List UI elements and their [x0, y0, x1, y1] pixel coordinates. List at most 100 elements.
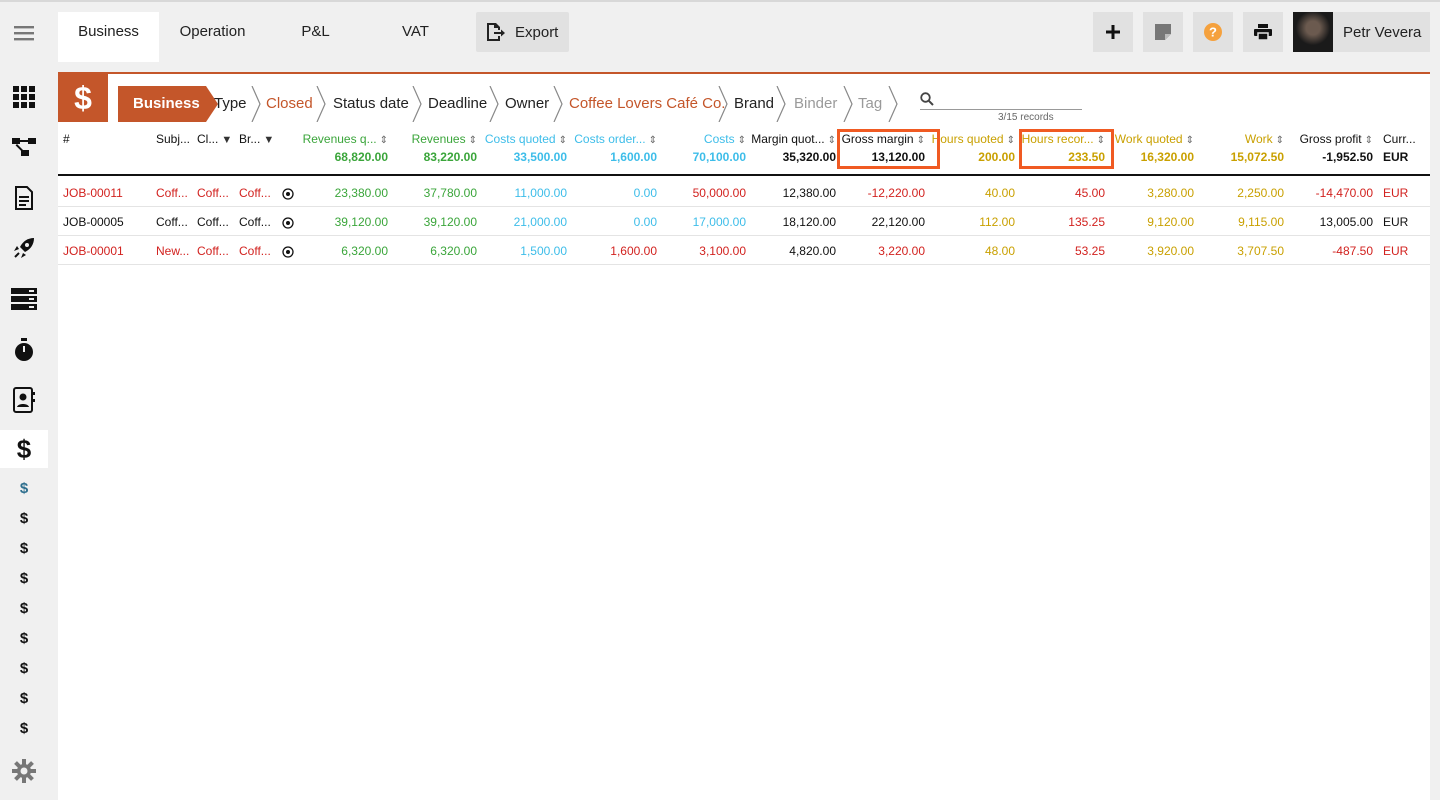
- cell-revenues: 6,320.00: [430, 244, 477, 258]
- contacts-icon[interactable]: [0, 384, 48, 416]
- total-work-quoted: 16,320.00: [1140, 150, 1194, 164]
- sort-icon: ⇕: [468, 135, 477, 146]
- col-header-brand[interactable]: Br... ▼: [239, 132, 274, 146]
- cell-costs-quoted: 21,000.00: [513, 215, 567, 229]
- col-header-revenues[interactable]: Revenues ⇕: [412, 132, 477, 146]
- cell-brand: Coff...: [239, 244, 271, 258]
- help-icon: ?: [1204, 23, 1222, 41]
- cell-revenues-quoted: 23,380.00: [334, 186, 388, 200]
- col-header-work[interactable]: Work ⇕: [1245, 132, 1284, 146]
- filter-binder[interactable]: Binder: [794, 86, 837, 122]
- target-icon[interactable]: [282, 246, 294, 258]
- table-row[interactable]: JOB-00005 Coff... Coff... Coff... 39,120…: [58, 207, 1430, 236]
- col-header-currency[interactable]: Curr...: [1383, 132, 1416, 146]
- top-bar: Business Operation P&L VAT Export ? Petr…: [58, 12, 1430, 62]
- finance-sub-item[interactable]: $: [0, 628, 48, 648]
- cell-client: Coff...: [197, 215, 229, 229]
- target-icon[interactable]: [282, 188, 294, 200]
- sort-icon: ⇕: [558, 135, 567, 146]
- table-row[interactable]: JOB-00001 New... Coff... Coff... 6,320.0…: [58, 236, 1430, 265]
- finance-sub-item[interactable]: $: [0, 598, 48, 618]
- apps-grid-icon[interactable]: [0, 82, 48, 112]
- table-row[interactable]: JOB-00011 Coff... Coff... Coff... 23,380…: [58, 178, 1430, 207]
- finance-dollar-icon[interactable]: $: [0, 430, 48, 468]
- hamburger-menu-icon[interactable]: [0, 20, 48, 46]
- finance-sub-item[interactable]: $: [0, 718, 48, 738]
- col-header-costs-ordered[interactable]: Costs order... ⇕: [574, 132, 657, 146]
- filter-module[interactable]: Business: [118, 86, 206, 122]
- col-header-number[interactable]: #: [63, 132, 70, 146]
- col-header-hours-quoted[interactable]: Hours quoted ⇕: [932, 132, 1015, 146]
- cell-hours-recorded: 135.25: [1068, 215, 1105, 229]
- filter-client[interactable]: Coffee Lovers Café Co.: [569, 86, 725, 122]
- chevron-right-icon: [553, 86, 563, 122]
- filter-tag[interactable]: Tag: [858, 86, 882, 122]
- total-costs-ordered: 1,600.00: [610, 150, 657, 164]
- filter-type[interactable]: Type: [214, 86, 247, 122]
- col-header-gross-profit[interactable]: Gross profit ⇕: [1300, 132, 1373, 146]
- tab-operation[interactable]: Operation: [162, 12, 263, 62]
- col-header-margin-quoted[interactable]: Margin quot... ⇕: [751, 132, 836, 146]
- note-button[interactable]: [1143, 12, 1183, 52]
- finance-sub-item[interactable]: $: [0, 508, 48, 528]
- sort-icon: ⇕: [1006, 135, 1015, 146]
- tab-vat[interactable]: VAT: [365, 12, 466, 62]
- filter-icon[interactable]: ▼: [263, 134, 274, 146]
- settings-gear-icon[interactable]: [0, 756, 48, 786]
- cell-hours-quoted: 48.00: [984, 244, 1015, 258]
- chevron-right-icon: [489, 86, 499, 122]
- cell-brand: Coff...: [239, 215, 271, 229]
- col-header-revenues-quoted[interactable]: Revenues q... ⇕: [303, 132, 388, 146]
- help-button[interactable]: ?: [1193, 12, 1233, 52]
- cell-costs-ordered: 0.00: [633, 186, 657, 200]
- tab-business[interactable]: Business: [58, 12, 159, 62]
- cell-costs-ordered: 0.00: [633, 215, 657, 229]
- finance-sub-item[interactable]: $: [0, 568, 48, 588]
- total-costs: 70,100.00: [692, 150, 746, 164]
- col-header-client[interactable]: Cl... ▼: [197, 132, 232, 146]
- total-costs-quoted: 33,500.00: [513, 150, 567, 164]
- chevron-right-icon: [888, 86, 898, 122]
- total-revenues: 83,220.00: [423, 150, 477, 164]
- workflow-icon[interactable]: [0, 132, 48, 162]
- plus-icon: [1106, 25, 1120, 39]
- col-header-subject[interactable]: Subj...: [156, 132, 190, 146]
- filter-brand[interactable]: Brand: [734, 86, 774, 122]
- cell-costs-quoted: 1,500.00: [520, 244, 567, 258]
- sidebar: $ $ $ $ $ $ $ $ $ $: [0, 2, 48, 800]
- filter-closed[interactable]: Closed: [266, 86, 313, 122]
- filter-owner[interactable]: Owner: [505, 86, 549, 122]
- col-header-costs[interactable]: Costs ⇕: [704, 132, 746, 146]
- print-button[interactable]: [1243, 12, 1283, 52]
- user-menu-button[interactable]: Petr Vevera: [1293, 12, 1430, 52]
- chevron-right-icon: [251, 86, 261, 122]
- finance-sub-item[interactable]: $: [0, 538, 48, 558]
- tab-pl[interactable]: P&L: [265, 12, 366, 62]
- sort-icon: ⇕: [379, 135, 388, 146]
- col-header-costs-quoted[interactable]: Costs quoted ⇕: [485, 132, 567, 146]
- target-icon[interactable]: [282, 217, 294, 229]
- cell-margin-quoted: 18,120.00: [782, 215, 836, 229]
- total-margin-quoted: 35,320.00: [782, 150, 836, 164]
- export-button[interactable]: Export: [476, 12, 569, 52]
- server-list-icon[interactable]: [0, 284, 48, 314]
- rocket-icon[interactable]: [0, 232, 48, 264]
- cell-work-quoted: 3,920.00: [1147, 244, 1194, 258]
- sticky-note-icon: [1155, 24, 1171, 40]
- stopwatch-icon[interactable]: [0, 334, 48, 366]
- cell-client: Coff...: [197, 186, 229, 200]
- finance-sub-item[interactable]: $: [0, 658, 48, 678]
- sort-icon: ⇕: [827, 135, 836, 146]
- filter-icon[interactable]: ▼: [221, 134, 232, 146]
- finance-sub-item[interactable]: $: [0, 478, 48, 498]
- finance-sub-item[interactable]: $: [0, 688, 48, 708]
- cell-work-quoted: 3,280.00: [1147, 186, 1194, 200]
- filter-status-date[interactable]: Status date: [333, 86, 409, 122]
- chevron-right-icon: [316, 86, 326, 122]
- filter-deadline[interactable]: Deadline: [428, 86, 487, 122]
- col-header-work-quoted[interactable]: Work quoted ⇕: [1115, 132, 1194, 146]
- cell-gross-profit: -14,470.00: [1315, 186, 1373, 200]
- add-button[interactable]: [1093, 12, 1133, 52]
- document-icon[interactable]: [0, 182, 48, 214]
- main-panel: $ Business Type Closed Status date Deadl…: [58, 72, 1430, 800]
